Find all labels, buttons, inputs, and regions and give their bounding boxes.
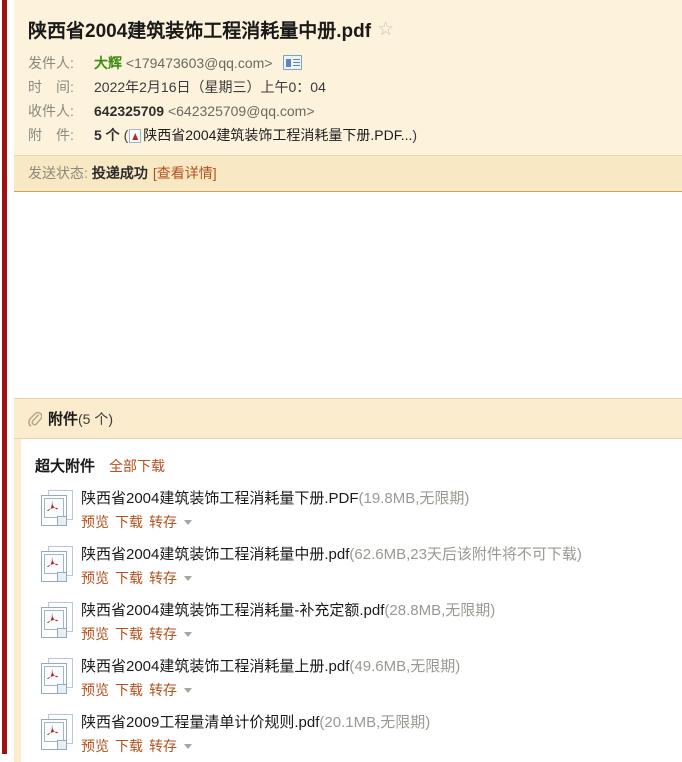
recipient-value: 642325709 <642325709@qq.com> (94, 100, 315, 122)
download-link[interactable]: 下载 (115, 738, 143, 754)
pdf-file-icon (39, 546, 73, 582)
attachments-panel: 附件 (5 个) 超大附件 全部下载 陕西省2004建筑装饰工程消耗量下册.PDF… (14, 398, 682, 762)
sender-email[interactable]: <179473603@qq.com> (126, 55, 273, 71)
time-row: 时 间: 2022年2月16日（星期三）上午0：04 (14, 75, 682, 99)
attachment-item: 陕西省2004建筑装饰工程消耗量-补充定额.pdf(28.8MB,无限期) 预览下… (21, 594, 682, 650)
download-link[interactable]: 下载 (115, 570, 143, 586)
attachments-header: 附件 (5 个) (14, 398, 682, 439)
save-to-link[interactable]: 转存 (149, 626, 177, 642)
preview-link[interactable]: 预览 (81, 514, 109, 530)
bigfile-label: 超大附件 (35, 458, 96, 475)
attachment-item: 陕西省2004建筑装饰工程消耗量中册.pdf(62.6MB,23天后该附件将不可… (21, 538, 682, 594)
download-all-link[interactable]: 全部下载 (109, 456, 165, 476)
attachment-summary-row: 附 件: 5 个 ( 陕西省2004建筑装饰工程消耗量下册.PDF...) (14, 123, 682, 147)
recipient-label: 收件人: (28, 103, 74, 119)
attachments-count: (5 个) (78, 410, 114, 427)
attachment-actions: 预览 下载 转存 (81, 679, 460, 701)
attachment-filename[interactable]: 陕西省2004建筑装饰工程消耗量-补充定额.pdf (81, 602, 384, 619)
contact-card-icon[interactable] (283, 55, 303, 70)
mail-page: 陕西省2004建筑装饰工程消耗量中册.pdf ☆ 发件人: 大辉 <179473… (14, 0, 682, 762)
attachment-size: (28.8MB,无限期) (384, 602, 496, 619)
pdf-file-icon (39, 490, 73, 526)
attachment-summary-value: 5 个 ( 陕西省2004建筑装饰工程消耗量下册.PDF...) (94, 124, 417, 146)
attachment-meta: 陕西省2009工程量清单计价规则.pdf(20.1MB,无限期) 预览 下载 转存 (81, 712, 430, 757)
attachment-title-line: 陕西省2009工程量清单计价规则.pdf(20.1MB,无限期) (81, 712, 430, 734)
sender-name[interactable]: 大辉 (94, 55, 122, 71)
attachment-meta: 陕西省2004建筑装饰工程消耗量下册.PDF(19.8MB,无限期) 预览 下载 转存 (81, 488, 469, 533)
paperclip-icon (28, 411, 42, 427)
save-to-link[interactable]: 转存 (149, 682, 177, 698)
recipient-name[interactable]: 642325709 (94, 103, 164, 119)
chevron-down-icon[interactable] (184, 688, 192, 693)
sender-row: 发件人: 大辉 <179473603@qq.com> (14, 51, 682, 75)
paren-close: ) (412, 127, 418, 143)
pdf-file-icon (39, 714, 73, 750)
pdf-file-icon (39, 658, 73, 694)
sender-label: 发件人: (28, 55, 74, 71)
attachment-meta: 陕西省2004建筑装饰工程消耗量中册.pdf(62.6MB,23天后该附件将不可… (81, 544, 582, 589)
attachment-actions: 预览 下载 转存 (81, 567, 582, 589)
paren-open: ( (123, 127, 129, 143)
attachment-size: (20.1MB,无限期) (319, 714, 431, 731)
recipient-row: 收件人: 642325709 <642325709@qq.com> (14, 99, 682, 123)
preview-link[interactable]: 预览 (81, 570, 109, 586)
attachment-filename[interactable]: 陕西省2009工程量清单计价规则.pdf (81, 714, 319, 731)
attachment-title-line: 陕西省2004建筑装饰工程消耗量-补充定额.pdf(28.8MB,无限期) (81, 600, 495, 622)
attachment-meta: 陕西省2004建筑装饰工程消耗量-补充定额.pdf(28.8MB,无限期) 预览下… (81, 600, 495, 645)
attachment-filename[interactable]: 陕西省2004建筑装饰工程消耗量中册.pdf (81, 546, 349, 563)
preview-link[interactable]: 预览 (81, 682, 109, 698)
attachments-title: 附件 (48, 411, 79, 428)
attachment-size: (19.8MB,无限期) (358, 490, 470, 507)
attachment-title-line: 陕西省2004建筑装饰工程消耗量中册.pdf(62.6MB,23天后该附件将不可… (81, 544, 582, 566)
save-to-link[interactable]: 转存 (149, 738, 177, 754)
send-status-bar: 发送状态: 投递成功 [查看详情] (14, 155, 682, 192)
view-details-link[interactable]: [查看详情] (153, 165, 217, 181)
chevron-down-icon[interactable] (184, 632, 192, 637)
attachment-filename[interactable]: 陕西省2004建筑装饰工程消耗量上册.pdf (81, 658, 349, 675)
attachment-preview-name[interactable]: 陕西省2004建筑装饰工程消耗量下册.PDF... (143, 127, 412, 143)
pdf-file-icon (129, 129, 142, 143)
attachment-actions: 预览 下载 转存 (81, 623, 495, 645)
recipient-email[interactable]: <642325709@qq.com> (168, 103, 315, 119)
page-title: 陕西省2004建筑装饰工程消耗量中册.pdf (28, 21, 372, 42)
subject-row: 陕西省2004建筑装饰工程消耗量中册.pdf ☆ (14, 12, 682, 51)
attachment-meta: 陕西省2004建筑装饰工程消耗量上册.pdf(49.6MB,无限期) 预览 下载 转存 (81, 656, 460, 701)
attachments-body: 超大附件 全部下载 陕西省2004建筑装饰工程消耗量下册.PDF(19.8MB,… (14, 439, 682, 762)
save-to-link[interactable]: 转存 (149, 570, 177, 586)
download-link[interactable]: 下载 (115, 682, 143, 698)
send-status-label: 发送状态: (28, 165, 88, 181)
chevron-down-icon[interactable] (184, 576, 192, 581)
pdf-file-icon (39, 602, 73, 638)
attachment-count: 5 个 (94, 127, 120, 143)
download-link[interactable]: 下载 (115, 514, 143, 530)
attachment-list: 陕西省2004建筑装饰工程消耗量下册.PDF(19.8MB,无限期) 预览 下载 转存… (21, 482, 682, 762)
mail-header: 陕西省2004建筑装饰工程消耗量中册.pdf ☆ 发件人: 大辉 <179473… (14, 0, 682, 192)
preview-link[interactable]: 预览 (81, 626, 109, 642)
time-value: 2022年2月16日（星期三）上午0：04 (94, 79, 326, 95)
mail-body (14, 192, 682, 398)
sender-value: 大辉 <179473603@qq.com> (94, 52, 303, 74)
star-icon[interactable]: ☆ (377, 20, 394, 39)
bigfile-section-header: 超大附件 全部下载 (21, 455, 682, 482)
attachment-size: (49.6MB,无限期) (349, 658, 461, 675)
attachment-title-line: 陕西省2004建筑装饰工程消耗量下册.PDF(19.8MB,无限期) (81, 488, 469, 510)
save-to-link[interactable]: 转存 (149, 514, 177, 530)
attachment-label: 附 件: (28, 127, 74, 143)
attachment-item: 陕西省2004建筑装饰工程消耗量上册.pdf(49.6MB,无限期) 预览 下载 转存 (21, 650, 682, 706)
status-badge: 投递成功 (91, 165, 148, 181)
attachment-item: 陕西省2004建筑装饰工程消耗量下册.PDF(19.8MB,无限期) 预览 下载 转存 (21, 482, 682, 538)
attachment-size: (62.6MB,23天后该附件将不可下载) (349, 546, 582, 563)
chevron-down-icon[interactable] (184, 520, 192, 525)
preview-link[interactable]: 预览 (81, 738, 109, 754)
time-label: 时 间: (28, 79, 74, 95)
left-accent-rail (2, 0, 7, 754)
attachment-filename[interactable]: 陕西省2004建筑装饰工程消耗量下册.PDF (81, 490, 359, 507)
chevron-down-icon[interactable] (184, 744, 192, 749)
attachment-title-line: 陕西省2004建筑装饰工程消耗量上册.pdf(49.6MB,无限期) (81, 656, 460, 678)
attachment-actions: 预览 下载 转存 (81, 511, 469, 533)
download-link[interactable]: 下载 (115, 626, 143, 642)
